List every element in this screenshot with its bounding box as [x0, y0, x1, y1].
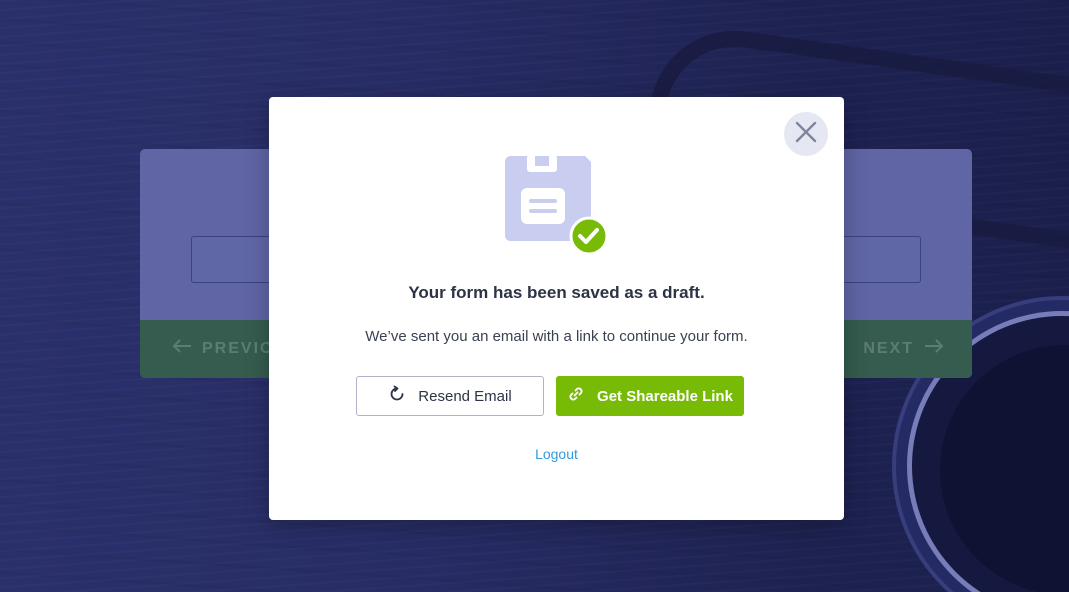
- get-shareable-link-button[interactable]: Get Shareable Link: [556, 376, 744, 416]
- save-draft-dialog: Your form has been saved as a draft. We’…: [269, 97, 844, 520]
- resend-email-label: Resend Email: [418, 387, 512, 405]
- saved-draft-icon: [505, 155, 609, 256]
- link-icon: [567, 385, 585, 407]
- close-button[interactable]: [784, 112, 828, 156]
- refresh-icon: [388, 385, 406, 407]
- get-shareable-link-label: Get Shareable Link: [597, 387, 733, 405]
- resend-email-button[interactable]: Resend Email: [356, 376, 544, 416]
- dialog-title: Your form has been saved as a draft.: [408, 283, 705, 302]
- logout-link[interactable]: Logout: [269, 446, 844, 462]
- dialog-message: We’ve sent you an email with a link to c…: [365, 328, 748, 345]
- close-icon: [795, 121, 817, 148]
